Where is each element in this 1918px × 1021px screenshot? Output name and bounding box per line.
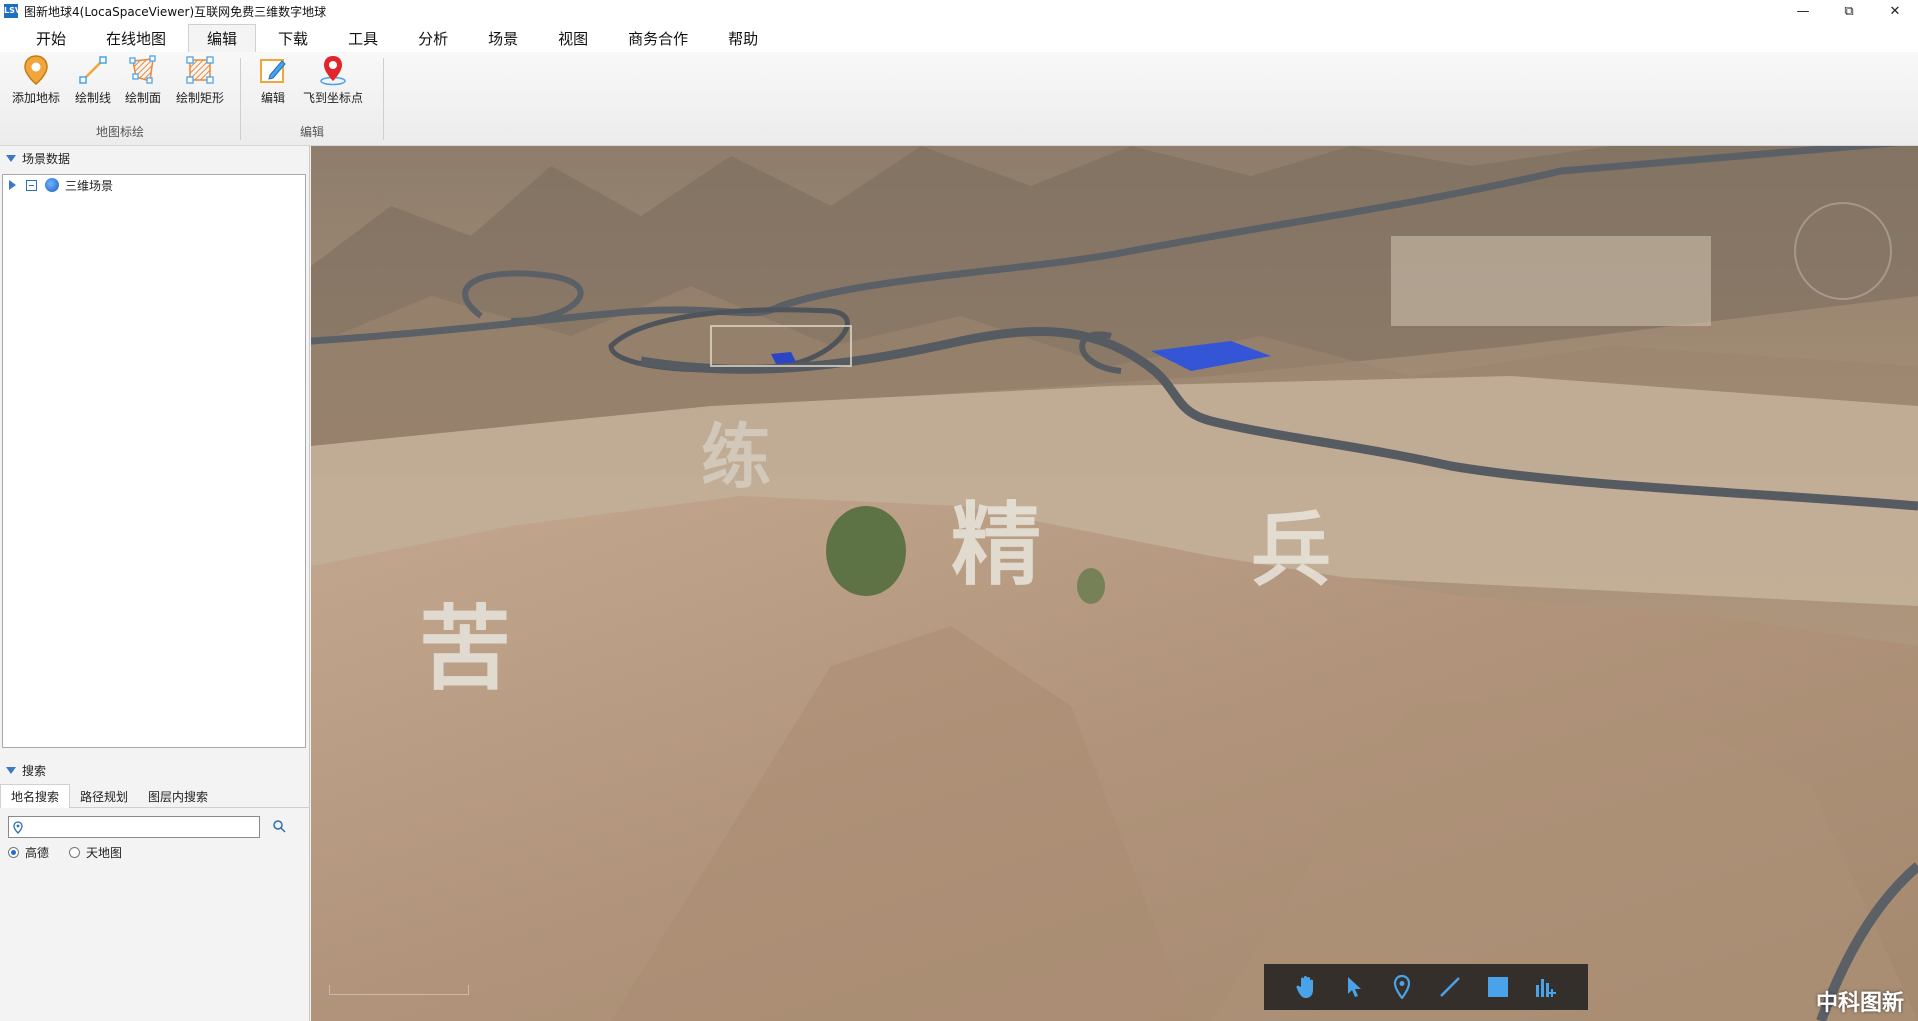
tab-tools[interactable]: 工具 <box>330 24 396 52</box>
pan-button[interactable] <box>1292 973 1320 1001</box>
location-pin-icon <box>13 820 23 834</box>
area-square-icon <box>1488 977 1508 997</box>
ribbon-group-label-edit: 编辑 <box>299 125 324 139</box>
layer-checkbox[interactable] <box>26 179 37 191</box>
search-header[interactable]: 搜索 <box>0 758 310 782</box>
select-button[interactable] <box>1340 973 1368 1001</box>
ribbon-group-label-plotting: 地图标绘 <box>95 125 144 139</box>
pan-hand-icon <box>1296 976 1313 998</box>
radio-gaode-label: 高德 <box>25 846 50 860</box>
scene-tree: 三维场景 <box>2 174 306 748</box>
fly-to-point-button[interactable]: 飞到坐标点 <box>303 54 364 108</box>
map-view[interactable]: 苦 练 精 兵 中科图新 <box>311 146 1918 1021</box>
collapse-arrow-icon[interactable] <box>6 766 16 774</box>
tab-scene[interactable]: 场景 <box>470 24 536 52</box>
draw-line-icon <box>77 54 109 86</box>
expand-arrow-icon[interactable] <box>9 180 16 190</box>
close-button[interactable]: ✕ <box>1872 0 1918 22</box>
tab-help[interactable]: 帮助 <box>710 24 776 52</box>
edit-label: 编辑 <box>260 91 285 105</box>
select-arrow-icon <box>1348 977 1361 997</box>
edit-button[interactable]: 编辑 <box>246 54 300 108</box>
measure-line-icon <box>1440 977 1460 997</box>
scene-data-header[interactable]: 场景数据 <box>0 146 309 170</box>
fly-to-point-label: 飞到坐标点 <box>303 91 364 105</box>
measure-line-button[interactable] <box>1436 973 1464 1001</box>
radio-tianditu-label: 天地图 <box>86 846 123 860</box>
chart-add-icon <box>1536 979 1556 997</box>
tab-analysis[interactable]: 分析 <box>400 24 466 52</box>
window-title: 图新地球4(LocaSpaceViewer)互联网免费三维数字地球 <box>24 4 327 19</box>
window-titlebar: LSV 图新地球4(LocaSpaceViewer)互联网免费三维数字地球 — … <box>0 0 1918 22</box>
terrain-imagery: 苦 练 精 兵 <box>311 146 1918 1021</box>
add-placemark-map-button[interactable] <box>1388 973 1416 1001</box>
tree-item-3d-scene[interactable]: 三维场景 <box>3 175 305 195</box>
hill-character-lian: 练 <box>701 416 771 498</box>
menu-bar: 开始 在线地图 编辑 下载 工具 分析 场景 视图 商务合作 帮助 <box>0 22 1918 52</box>
search-field[interactable] <box>8 816 260 838</box>
ribbon-group-edit: 编辑 飞到坐标点 编辑 <box>241 52 383 146</box>
draw-rectangle-icon <box>184 54 216 86</box>
ribbon: 添加地标 绘制线 绘制面 绘制矩形 地图标绘 编辑 飞到坐标点 编辑 <box>0 52 1918 146</box>
draw-line-label: 绘制线 <box>74 91 111 105</box>
tab-business[interactable]: 商务合作 <box>610 24 706 52</box>
tab-edit[interactable]: 编辑 <box>188 24 257 52</box>
search-icon <box>273 819 286 833</box>
minimize-button[interactable]: — <box>1780 0 1826 22</box>
edit-pencil-icon <box>257 54 289 86</box>
hill-character-jing: 精 <box>951 493 1041 598</box>
draw-polygon-button[interactable]: 绘制面 <box>116 54 170 108</box>
tab-download[interactable]: 下载 <box>260 24 326 52</box>
hill-character-bing: 兵 <box>1251 504 1331 597</box>
search-source-options: 高德 天地图 <box>0 844 310 861</box>
tree-item-label: 三维场景 <box>65 178 114 193</box>
search-button[interactable] <box>272 819 286 836</box>
scale-bar <box>329 985 469 995</box>
radio-gaode[interactable] <box>8 847 19 858</box>
tab-view[interactable]: 视图 <box>540 24 606 52</box>
tab-start[interactable]: 开始 <box>18 24 84 52</box>
measure-area-button[interactable] <box>1484 973 1512 1001</box>
placemark-icon <box>1393 975 1411 999</box>
ribbon-group-map-plotting: 添加地标 绘制线 绘制面 绘制矩形 地图标绘 <box>0 52 240 146</box>
add-placemark-label: 添加地标 <box>11 91 60 105</box>
chart-add-button[interactable] <box>1532 973 1560 1001</box>
draw-polygon-icon <box>127 54 159 86</box>
left-panel: 场景数据 三维场景 搜索 地名搜索 路径规划 图层内搜索 高德 天地图 <box>0 146 310 1021</box>
draw-rectangle-button[interactable]: 绘制矩形 <box>173 54 227 108</box>
restore-button[interactable]: ⧉ <box>1826 0 1872 22</box>
scene-data-title: 场景数据 <box>22 151 71 166</box>
window-controls: — ⧉ ✕ <box>1780 0 1918 22</box>
search-input[interactable] <box>27 818 259 836</box>
ribbon-divider <box>383 58 384 140</box>
draw-line-button[interactable]: 绘制线 <box>66 54 120 108</box>
draw-polygon-label: 绘制面 <box>124 91 161 105</box>
search-panel: 搜索 地名搜索 路径规划 图层内搜索 高德 天地图 <box>0 758 310 861</box>
draw-rectangle-label: 绘制矩形 <box>175 91 224 105</box>
placemark-icon <box>20 54 52 86</box>
collapse-arrow-icon[interactable] <box>6 154 16 162</box>
hill-character-ku: 苦 <box>419 596 511 703</box>
add-placemark-button[interactable]: 添加地标 <box>9 54 63 108</box>
compass-icon[interactable] <box>1794 202 1892 300</box>
search-tabs: 地名搜索 路径规划 图层内搜索 <box>0 784 310 808</box>
app-logo-icon: LSV <box>4 4 21 18</box>
search-title: 搜索 <box>22 763 47 778</box>
search-row <box>0 816 310 838</box>
map-toolbar <box>1264 964 1588 1010</box>
tab-place-search[interactable]: 地名搜索 <box>0 784 71 808</box>
tab-online-map[interactable]: 在线地图 <box>88 24 184 52</box>
tab-layer-search[interactable]: 图层内搜索 <box>138 784 218 808</box>
globe-icon <box>45 178 59 192</box>
watermark-text: 中科图新 <box>1815 991 1904 1016</box>
fly-to-point-icon <box>317 54 349 86</box>
radio-tianditu[interactable] <box>69 847 81 858</box>
tab-route-planning[interactable]: 路径规划 <box>70 784 138 808</box>
